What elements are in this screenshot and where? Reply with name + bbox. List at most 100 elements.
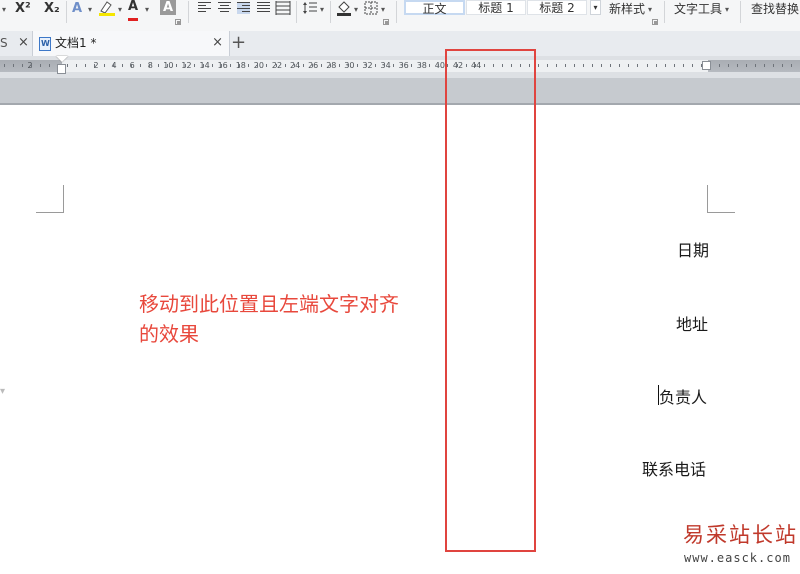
style-heading2-button[interactable]: 标题 2 bbox=[527, 0, 587, 15]
ruler-tick bbox=[366, 64, 367, 67]
dropdown-arrow-icon[interactable]: ▾ bbox=[118, 1, 122, 19]
ruler-tick bbox=[637, 64, 638, 67]
style-heading1-button[interactable]: 标题 1 bbox=[466, 0, 526, 15]
align-right-icon[interactable] bbox=[237, 2, 250, 14]
text-effect-icon[interactable]: A bbox=[72, 0, 82, 18]
align-left-icon[interactable] bbox=[198, 2, 211, 14]
ruler-label: 16 bbox=[217, 61, 228, 70]
ruler-ticks: 2 2 4 6 8 10 12 14 16 18 20 22 24 26 28 30 32 34 36 38 40 42 4… bbox=[0, 60, 800, 72]
dropdown-arrow-icon[interactable]: ▾ bbox=[145, 1, 149, 19]
toolbar-divider bbox=[740, 1, 741, 23]
field-date[interactable]: 日期 bbox=[677, 237, 709, 261]
line-spacing-icon[interactable] bbox=[302, 1, 318, 19]
text-tools-button[interactable]: 文字工具 bbox=[674, 0, 722, 18]
ruler-label: 22 bbox=[271, 61, 283, 70]
ruler-tick bbox=[94, 64, 95, 67]
character-shading-button[interactable]: A bbox=[160, 0, 176, 15]
ruler-tick bbox=[791, 64, 792, 67]
tab-document1[interactable]: 文档1 * × bbox=[32, 31, 230, 56]
ruler-tick bbox=[683, 64, 684, 67]
ruler-tick bbox=[438, 64, 439, 67]
ruler-tick bbox=[122, 64, 123, 67]
dropdown-arrow-icon[interactable]: ▾ bbox=[88, 1, 92, 19]
ruler-tick bbox=[764, 64, 765, 67]
toolbar-divider bbox=[330, 1, 331, 23]
ruler-tick bbox=[737, 64, 738, 67]
field-person-in-charge[interactable]: 负责人 bbox=[659, 384, 707, 408]
paragraph-dialog-launcher-icon[interactable] bbox=[383, 19, 389, 25]
ruler-label: 32 bbox=[362, 61, 373, 70]
previous-tab-close-icon[interactable]: × bbox=[18, 31, 29, 55]
ruler-tick bbox=[194, 64, 195, 67]
style-normal-button[interactable]: 正文 bbox=[404, 0, 465, 16]
tab-title: 文档1 * bbox=[55, 36, 97, 50]
horizontal-ruler[interactable]: 2 2 4 6 8 10 12 14 16 18 20 22 24 26 28 30 32 34 36 38 40 42 4… bbox=[0, 56, 800, 78]
distributed-align-icon[interactable] bbox=[275, 1, 291, 19]
align-center-icon[interactable] bbox=[218, 2, 231, 14]
ruler-tick bbox=[40, 64, 41, 67]
close-tab-icon[interactable]: × bbox=[212, 31, 223, 55]
font-color-button[interactable]: A bbox=[128, 0, 139, 21]
ruler-tick bbox=[257, 64, 258, 67]
ruler-tick bbox=[149, 64, 150, 67]
collapse-arrow-icon[interactable]: ▾ bbox=[0, 386, 5, 397]
ruler-tick bbox=[49, 64, 50, 67]
ruler-tick bbox=[782, 64, 783, 67]
ruler-tick bbox=[22, 64, 23, 67]
ruler-tick bbox=[773, 64, 774, 67]
ruler-tick bbox=[547, 64, 548, 67]
ruler-tick bbox=[656, 64, 657, 67]
ruler-label: 12 bbox=[181, 61, 192, 70]
ruler-label: 20 bbox=[253, 61, 264, 70]
new-style-button[interactable]: 新样式 bbox=[609, 0, 645, 18]
ruler-tick bbox=[583, 64, 584, 67]
document-page[interactable]: ▾ 日期 地址 负责人 联系电话 移动到此位置且左端文字对齐 的效果 bbox=[0, 105, 800, 574]
ruler-label: 28 bbox=[326, 61, 337, 70]
field-contact-phone[interactable]: 联系电话 bbox=[642, 456, 706, 480]
find-replace-button[interactable]: 查找替换 bbox=[751, 0, 799, 18]
ruler-tick bbox=[4, 64, 5, 67]
left-indent-marker[interactable] bbox=[57, 64, 66, 74]
paint-bucket-icon[interactable] bbox=[336, 0, 352, 18]
ruler-tick bbox=[619, 64, 620, 67]
ruler-tick bbox=[167, 64, 168, 67]
styles-more-icon[interactable]: ▾ bbox=[590, 0, 601, 15]
ruler-tick bbox=[647, 64, 648, 67]
ruler-tick bbox=[348, 64, 349, 67]
justify-icon[interactable] bbox=[257, 2, 270, 14]
ruler-tick bbox=[556, 64, 557, 67]
annotation-line: 移动到此位置且左端文字对齐 bbox=[139, 292, 399, 316]
superscript-button[interactable]: X² bbox=[15, 0, 31, 18]
ruler-tick bbox=[294, 64, 295, 67]
highlight-color-icon[interactable] bbox=[98, 0, 116, 18]
previous-tab-label[interactable]: S bbox=[0, 31, 8, 55]
ruler-label: 14 bbox=[199, 61, 210, 70]
ruler-tick bbox=[420, 64, 421, 67]
ruler-label: 40 bbox=[434, 61, 445, 70]
dropdown-arrow-icon[interactable]: ▾ bbox=[725, 1, 729, 19]
ruler-tick bbox=[746, 64, 747, 67]
right-indent-marker[interactable] bbox=[702, 61, 711, 70]
ruler-tick bbox=[592, 64, 593, 67]
ruler-tick bbox=[285, 64, 286, 67]
ruler-tick bbox=[212, 64, 213, 67]
field-address[interactable]: 地址 bbox=[676, 311, 708, 335]
ruler-tick bbox=[574, 64, 575, 67]
font-dialog-launcher-icon[interactable] bbox=[175, 19, 181, 25]
dropdown-arrow-icon[interactable]: ▾ bbox=[2, 1, 6, 19]
borders-icon[interactable] bbox=[364, 1, 378, 19]
toolbar-divider bbox=[664, 1, 665, 23]
dropdown-arrow-icon[interactable]: ▾ bbox=[381, 1, 385, 19]
dropdown-arrow-icon[interactable]: ▾ bbox=[354, 1, 358, 19]
ruler-tick bbox=[185, 64, 186, 67]
ruler-tick bbox=[266, 64, 267, 67]
first-line-indent-marker[interactable] bbox=[56, 56, 68, 62]
dropdown-arrow-icon[interactable]: ▾ bbox=[320, 1, 324, 19]
dropdown-arrow-icon[interactable]: ▾ bbox=[648, 1, 652, 19]
ruler-tick bbox=[339, 64, 340, 67]
subscript-button[interactable]: X₂ bbox=[44, 0, 60, 18]
ruler-label: 10 bbox=[163, 61, 174, 70]
new-tab-button[interactable]: + bbox=[231, 31, 246, 55]
ruler-tick bbox=[429, 64, 430, 67]
styles-dialog-launcher-icon[interactable] bbox=[652, 19, 658, 25]
